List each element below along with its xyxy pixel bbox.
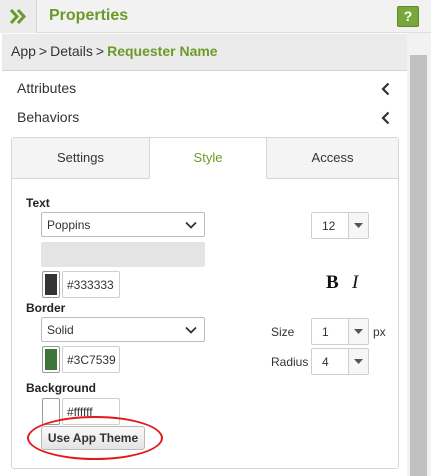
- section-behaviors[interactable]: Behaviors: [0, 103, 405, 131]
- border-size-value: 1: [322, 325, 329, 339]
- font-preview-field: [41, 242, 205, 267]
- tab-bar: Settings Style Access: [12, 138, 398, 179]
- border-color-swatch[interactable]: [42, 346, 60, 373]
- border-color-fill: [45, 349, 57, 370]
- text-group-label: Text: [26, 196, 50, 210]
- breadcrumb-item-app[interactable]: App: [11, 43, 36, 59]
- italic-toggle[interactable]: I: [352, 272, 358, 294]
- border-radius-dropdown-button[interactable]: [348, 349, 368, 374]
- text-color-swatch[interactable]: [42, 271, 60, 298]
- border-style-value: Solid: [47, 323, 74, 337]
- panel-title: Properties: [49, 7, 129, 24]
- text-color-hex-input[interactable]: #333333: [62, 271, 120, 298]
- chevron-down-icon: [185, 326, 197, 334]
- border-group-label: Border: [26, 301, 66, 315]
- breadcrumb: App > Details > Requester Name: [2, 33, 407, 71]
- breadcrumb-separator: >: [38, 43, 48, 59]
- breadcrumb-item-details[interactable]: Details: [50, 43, 93, 59]
- font-size-dropdown-button[interactable]: [348, 213, 368, 238]
- border-radius-label: Radius: [271, 355, 309, 369]
- background-color-hex-input[interactable]: #ffffff: [62, 398, 120, 425]
- tab-access[interactable]: Access: [267, 138, 398, 179]
- section-attributes-label: Attributes: [17, 80, 77, 96]
- background-color-fill: [45, 401, 57, 422]
- section-behaviors-label: Behaviors: [17, 109, 80, 125]
- border-size-label: Size: [271, 325, 295, 339]
- border-style-select[interactable]: Solid: [41, 317, 205, 342]
- breadcrumb-separator: >: [95, 43, 105, 59]
- caret-down-icon: [354, 329, 363, 334]
- font-family-value: Poppins: [47, 218, 91, 232]
- use-app-theme-button[interactable]: Use App Theme: [41, 426, 145, 450]
- section-attributes[interactable]: Attributes: [0, 74, 405, 102]
- border-radius-value: 4: [322, 355, 329, 369]
- border-size-unit: px: [373, 325, 386, 339]
- tab-style[interactable]: Style: [149, 138, 267, 179]
- font-size-select[interactable]: 12: [311, 212, 369, 239]
- double-chevron-right-icon: [10, 9, 27, 24]
- breadcrumb-current: Requester Name: [107, 43, 218, 59]
- font-size-value: 12: [322, 219, 336, 233]
- background-group-label: Background: [26, 381, 97, 395]
- border-color-hex-input[interactable]: #3C7539: [62, 346, 120, 373]
- border-size-dropdown-button[interactable]: [348, 319, 368, 344]
- chevron-left-icon: [381, 111, 390, 125]
- caret-down-icon: [354, 223, 363, 228]
- border-size-select[interactable]: 1: [311, 318, 369, 345]
- border-radius-select[interactable]: 4: [311, 348, 369, 375]
- background-color-swatch[interactable]: [42, 398, 60, 425]
- scrollbar-thumb[interactable]: [410, 55, 427, 476]
- tab-settings[interactable]: Settings: [12, 138, 149, 179]
- font-family-select[interactable]: Poppins: [41, 212, 205, 237]
- text-color-fill: [45, 274, 57, 295]
- chevron-down-icon: [185, 221, 197, 229]
- collapse-panel-button[interactable]: [0, 0, 37, 33]
- properties-header: Properties ?: [0, 0, 431, 33]
- help-button[interactable]: ?: [397, 6, 419, 27]
- chevron-left-icon: [381, 82, 390, 96]
- bold-toggle[interactable]: B: [326, 272, 339, 294]
- caret-down-icon: [354, 359, 363, 364]
